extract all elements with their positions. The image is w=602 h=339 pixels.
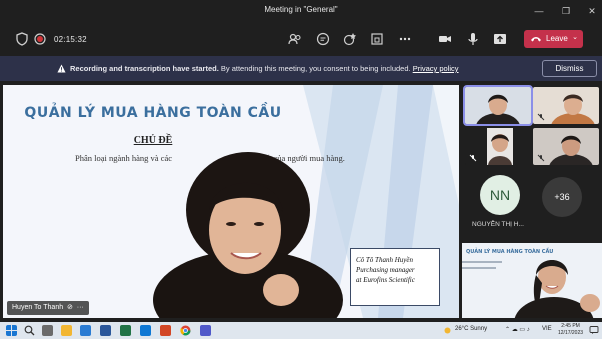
minimize-icon[interactable]: — (531, 3, 547, 19)
language-indicator[interactable]: VIE (542, 326, 552, 332)
shield-icon[interactable] (14, 31, 30, 47)
main-video-stage: QUẢN LÝ MUA HÀNG TOÀN CẦU CHỦ ĐỀ Phân lo… (3, 85, 459, 318)
participants-panel: NN +36 NGUYỄN THỊ H... QUẢN LÝ MUA HÀNG … (462, 85, 602, 318)
meeting-toolbar: 02:15:32 Leave ⌄ (0, 22, 602, 56)
participant-tile[interactable] (465, 128, 531, 165)
avatar[interactable]: NN (480, 175, 520, 215)
speaker-company: at Eurofins Scientific (356, 276, 415, 284)
clock-time: 2:45 PM (561, 323, 580, 329)
presenter-name: Huyen To Thanh (12, 304, 64, 311)
slide-title: QUẢN LÝ MUA HÀNG TOÀN CẦU (24, 105, 282, 121)
banner-bold-text: Recording and transcription have started… (70, 64, 219, 73)
speaker-card: Cô Tô Thanh Huyền Purchasing manager at … (350, 248, 440, 306)
leave-label: Leave (546, 34, 568, 43)
teams-icon[interactable] (200, 325, 211, 336)
reactions-icon[interactable] (342, 31, 358, 47)
powerpoint-icon[interactable] (160, 325, 171, 336)
presenter-name-tag: Huyen To Thanh ⊘ ··· (7, 301, 89, 315)
window-title: Meeting in "General" (264, 5, 338, 14)
slide-subtitle: CHỦ ĐỀ (133, 135, 173, 146)
camera-icon[interactable] (437, 31, 453, 47)
more-options-icon[interactable] (397, 31, 413, 47)
banner-message: Recording and transcription have started… (70, 64, 459, 73)
banner-text: By attending this meeting, you consent t… (220, 64, 411, 73)
chevron-down-icon[interactable]: ⌄ (572, 33, 578, 41)
speaker-name: Cô Tô Thanh Huyền (356, 256, 413, 264)
self-view-video (462, 260, 600, 318)
self-view: QUẢN LÝ MUA HÀNG TOÀN CẦU (462, 243, 602, 318)
share-screen-icon[interactable] (492, 31, 508, 47)
leave-button[interactable]: Leave ⌄ (524, 30, 583, 48)
speaker-role: Purchasing manager (356, 266, 415, 274)
people-icon[interactable] (287, 31, 303, 47)
close-icon[interactable]: ✕ (584, 3, 600, 19)
mic-off-icon: ⊘ (65, 304, 73, 311)
participant-name: NGUYỄN THỊ H... (472, 221, 524, 228)
dismiss-button[interactable]: Dismiss (542, 60, 597, 77)
edge-icon[interactable] (140, 325, 151, 336)
rooms-icon[interactable] (369, 31, 385, 47)
mail-icon[interactable] (80, 325, 91, 336)
privacy-policy-link[interactable]: Privacy policy (413, 64, 459, 73)
maximize-icon[interactable]: ❐ (558, 3, 574, 19)
participant-tile[interactable] (463, 85, 533, 126)
sun-icon (444, 327, 451, 334)
recording-banner: Recording and transcription have started… (0, 56, 602, 81)
mic-off-icon (537, 154, 545, 162)
file-explorer-icon[interactable] (61, 325, 72, 336)
presenter-video (153, 152, 343, 318)
recording-icon (34, 33, 46, 45)
chrome-icon[interactable] (180, 325, 191, 336)
mic-off-icon (469, 154, 477, 162)
word-icon[interactable] (100, 325, 111, 336)
mic-off-icon (537, 113, 545, 121)
system-tray-icons[interactable]: ⌃ ☁ ▭ ♪ (505, 326, 530, 333)
windows-taskbar: 26°C Sunny ⌃ ☁ ▭ ♪ VIE 2:45 PM 12/17/202… (0, 322, 602, 339)
meeting-timer: 02:15:32 (54, 35, 87, 44)
windows-start-icon[interactable] (6, 325, 17, 336)
clock-date: 12/17/2023 (558, 330, 584, 336)
task-view-icon[interactable] (42, 325, 53, 336)
participant-tile[interactable] (533, 128, 599, 165)
weather-text[interactable]: 26°C Sunny (455, 326, 487, 332)
window-titlebar: Meeting in "General" — ❐ ✕ (0, 0, 602, 22)
more-options-icon[interactable]: ··· (75, 304, 84, 311)
phone-hangup-icon (531, 37, 541, 42)
participant-video (465, 87, 531, 124)
participant-tile[interactable] (533, 87, 599, 124)
chat-icon[interactable] (315, 31, 331, 47)
warning-icon (57, 64, 66, 73)
excel-icon[interactable] (120, 325, 131, 336)
search-icon[interactable] (24, 325, 35, 336)
clock[interactable]: 2:45 PM 12/17/2023 (558, 323, 583, 337)
more-participants-button[interactable]: +36 (542, 177, 582, 217)
notifications-icon[interactable] (589, 325, 599, 335)
microphone-icon[interactable] (465, 31, 481, 47)
